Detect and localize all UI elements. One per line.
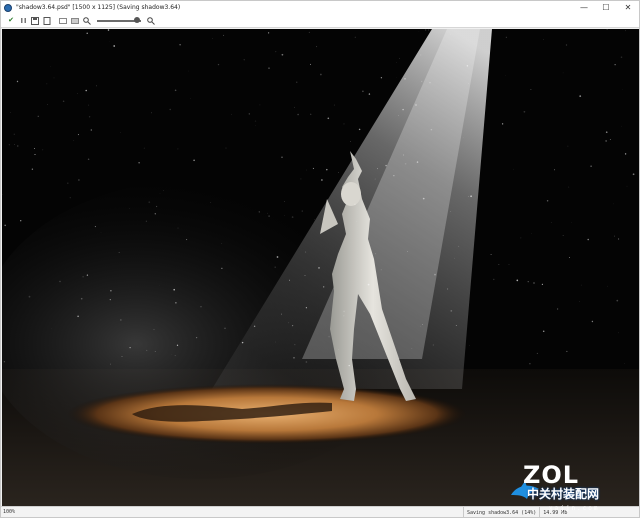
window-title: "shadow3.64.psd" [1500 x 1125] (Saving s…: [16, 4, 180, 11]
app-icon: [4, 4, 12, 12]
watermark: ZOL 中关村装配网 xajjn.com: [509, 463, 640, 519]
title-bar: "shadow3.64.psd" [1500 x 1125] (Saving s…: [1, 1, 639, 14]
minimize-button[interactable]: —: [573, 1, 595, 14]
bookmark-icon[interactable]: [43, 17, 51, 25]
zoom-slider-thumb[interactable]: [134, 17, 140, 23]
grid-icon[interactable]: [71, 17, 79, 25]
zoom-in-icon[interactable]: [147, 17, 155, 25]
pause-icon[interactable]: [19, 17, 27, 25]
zoom-slider[interactable]: [97, 20, 141, 22]
zoom-readout: 100%: [3, 509, 15, 515]
watermark-url: xajjn.com: [549, 505, 600, 512]
toolbar: ✔: [1, 14, 639, 28]
check-icon[interactable]: ✔: [7, 17, 15, 25]
window-icon[interactable]: [59, 17, 67, 25]
maximize-button[interactable]: ☐: [595, 1, 617, 14]
app-window: "shadow3.64.psd" [1500 x 1125] (Saving s…: [0, 0, 640, 518]
render-canvas: [2, 29, 639, 506]
zoom-out-icon[interactable]: [83, 17, 91, 25]
close-button[interactable]: ✕: [617, 1, 639, 14]
watermark-logo: ZOL: [523, 463, 579, 487]
watermark-chinese-text: 中关村装配网: [527, 485, 599, 502]
save-icon[interactable]: [31, 17, 39, 25]
render-image: [2, 29, 639, 506]
window-controls: — ☐ ✕: [573, 1, 639, 14]
